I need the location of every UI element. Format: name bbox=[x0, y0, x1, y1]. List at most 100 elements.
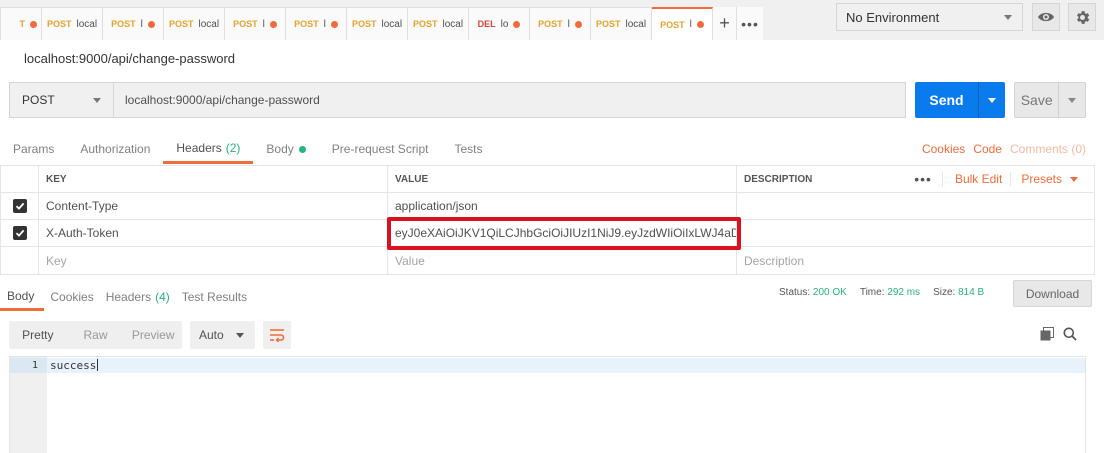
response-editor[interactable]: 1 success bbox=[9, 356, 1086, 453]
tab-headers[interactable]: Headers (2) bbox=[163, 134, 254, 164]
table-row: Content-Type application/json bbox=[1, 193, 1094, 220]
row-enabled-checkbox[interactable] bbox=[12, 199, 27, 213]
copy-icon[interactable] bbox=[1040, 327, 1054, 341]
tab-name: local bbox=[76, 18, 98, 30]
save-options-button[interactable] bbox=[1058, 83, 1085, 117]
size-readout[interactable]: Size: 814 B bbox=[933, 287, 984, 298]
tab-label: Test Results bbox=[181, 290, 248, 304]
tab-method: T bbox=[19, 19, 26, 29]
request-tab[interactable]: POST l bbox=[225, 7, 286, 40]
request-tab[interactable]: POST local bbox=[42, 7, 103, 40]
code-line: success bbox=[50, 358, 99, 373]
tab-label: Cookies bbox=[50, 290, 94, 304]
new-header-row: Key Value Description bbox=[1, 247, 1094, 274]
environment-value: No Environment bbox=[846, 9, 940, 25]
response-headers-count: (4) bbox=[155, 290, 170, 304]
tab-method: DEL bbox=[477, 19, 496, 29]
response-meta: Status: 200 OK Time: 292 ms Size: 814 B bbox=[779, 287, 984, 298]
http-method-select[interactable]: POST bbox=[10, 83, 114, 117]
new-description-input[interactable]: Description bbox=[737, 247, 1094, 274]
view-pretty-button[interactable]: Pretty bbox=[9, 321, 67, 349]
time-label: Time: bbox=[859, 287, 885, 298]
row-checkbox-cell bbox=[1, 193, 39, 219]
view-preview-button[interactable]: Preview bbox=[124, 321, 182, 349]
cookies-link[interactable]: Cookies bbox=[922, 142, 965, 156]
row-enabled-checkbox[interactable] bbox=[12, 226, 27, 240]
header-key-cell[interactable]: X-Auth-Token bbox=[39, 220, 388, 246]
header-description-cell[interactable] bbox=[737, 220, 1094, 246]
request-tab-active[interactable]: POST l bbox=[652, 7, 713, 40]
response-tab-body[interactable]: Body bbox=[0, 283, 45, 311]
search-icon[interactable] bbox=[1063, 327, 1077, 341]
presets-dropdown[interactable]: Presets bbox=[1011, 172, 1078, 186]
presets-label: Presets bbox=[1021, 172, 1062, 186]
url-input[interactable] bbox=[115, 83, 905, 117]
headers-table: KEY VALUE DESCRIPTION ••• Bulk Edit Pres… bbox=[0, 165, 1095, 275]
new-key-input[interactable]: Key bbox=[39, 247, 388, 274]
tab-pre-request-script[interactable]: Pre-request Script bbox=[319, 134, 442, 164]
environment-select[interactable]: No Environment bbox=[836, 3, 1023, 31]
checkmark-icon bbox=[15, 229, 24, 237]
tab-label: Params bbox=[13, 142, 55, 156]
new-tab-button[interactable]: + bbox=[713, 7, 737, 40]
request-tab[interactable]: POST l bbox=[286, 7, 347, 40]
request-tab[interactable]: POST l bbox=[103, 7, 164, 40]
table-row: X-Auth-Token eyJ0eXAiOiJKV1QiLCJhbGciOiJ… bbox=[1, 220, 1094, 247]
response-tab-headers[interactable]: Headers (4) bbox=[100, 283, 176, 311]
header-description-cell[interactable] bbox=[737, 193, 1094, 219]
new-value-input[interactable]: Value bbox=[388, 247, 737, 274]
view-raw-button[interactable]: Raw bbox=[67, 321, 125, 349]
tab-body[interactable]: Body bbox=[253, 134, 318, 164]
eye-icon bbox=[1038, 12, 1054, 22]
header-value-cell[interactable]: eyJ0eXAiOiJKV1QiLCJhbGciOiJIUzI1NiJ9.eyJ… bbox=[388, 220, 737, 246]
environment-quick-look-button[interactable] bbox=[1032, 3, 1060, 31]
send-button[interactable]: Send bbox=[915, 82, 1005, 118]
column-header-description: DESCRIPTION ••• Bulk Edit Presets bbox=[737, 166, 1094, 192]
unsaved-dot-icon bbox=[30, 20, 37, 28]
request-tab[interactable]: POST local bbox=[591, 7, 652, 40]
tab-name: l bbox=[262, 18, 265, 30]
tab-label: Headers bbox=[176, 140, 222, 155]
tab-method: POST bbox=[538, 19, 563, 29]
save-button[interactable]: Save bbox=[1014, 82, 1086, 118]
request-tab[interactable]: POST local bbox=[347, 7, 408, 40]
request-tab[interactable]: POST local bbox=[164, 7, 225, 40]
size-label: Size: bbox=[933, 287, 956, 298]
more-tabs-button[interactable]: ••• bbox=[737, 7, 763, 40]
tab-params[interactable]: Params bbox=[0, 134, 67, 164]
wrap-lines-icon bbox=[270, 329, 285, 342]
header-value-cell[interactable]: application/json bbox=[388, 193, 737, 219]
size-value: 814 B bbox=[958, 287, 985, 298]
language-value: Auto bbox=[199, 328, 224, 342]
wrap-lines-button[interactable] bbox=[263, 321, 291, 349]
url-bar: POST bbox=[9, 82, 906, 118]
chevron-down-icon bbox=[93, 98, 101, 103]
column-header-value: VALUE bbox=[388, 166, 737, 192]
request-tab[interactable]: DEL lo bbox=[469, 7, 530, 40]
time-readout[interactable]: Time: 292 ms bbox=[860, 287, 920, 298]
tab-name: local bbox=[381, 18, 403, 30]
send-options-button[interactable] bbox=[978, 82, 1005, 118]
request-title: localhost:9000/api/change-password bbox=[24, 51, 236, 66]
column-options-button[interactable]: ••• bbox=[904, 171, 943, 187]
request-tab[interactable]: T bbox=[0, 7, 42, 40]
request-tab[interactable]: POST local bbox=[408, 7, 469, 40]
header-key-cell[interactable]: Content-Type bbox=[39, 193, 388, 219]
tab-name: l bbox=[689, 19, 692, 30]
tab-tests[interactable]: Tests bbox=[441, 134, 495, 164]
language-select[interactable]: Auto bbox=[190, 321, 255, 349]
active-line-highlight bbox=[47, 358, 1085, 373]
manage-environments-button[interactable] bbox=[1068, 3, 1096, 31]
code-link[interactable]: Code bbox=[973, 142, 1002, 156]
table-header-row: KEY VALUE DESCRIPTION ••• Bulk Edit Pres… bbox=[1, 166, 1094, 193]
tab-authorization[interactable]: Authorization bbox=[67, 134, 163, 164]
tab-label: Pre-request Script bbox=[331, 142, 429, 156]
status-readout[interactable]: Status: 200 OK bbox=[779, 287, 847, 298]
bulk-edit-link[interactable]: Bulk Edit bbox=[943, 172, 1012, 186]
comments-link[interactable]: Comments (0) bbox=[1010, 142, 1086, 156]
response-tab-cookies[interactable]: Cookies bbox=[44, 283, 99, 311]
response-tab-test-results[interactable]: Test Results bbox=[176, 283, 253, 311]
tab-label: Authorization bbox=[80, 142, 151, 156]
download-button[interactable]: Download bbox=[1013, 280, 1092, 307]
request-tab[interactable]: POST l bbox=[530, 7, 591, 40]
